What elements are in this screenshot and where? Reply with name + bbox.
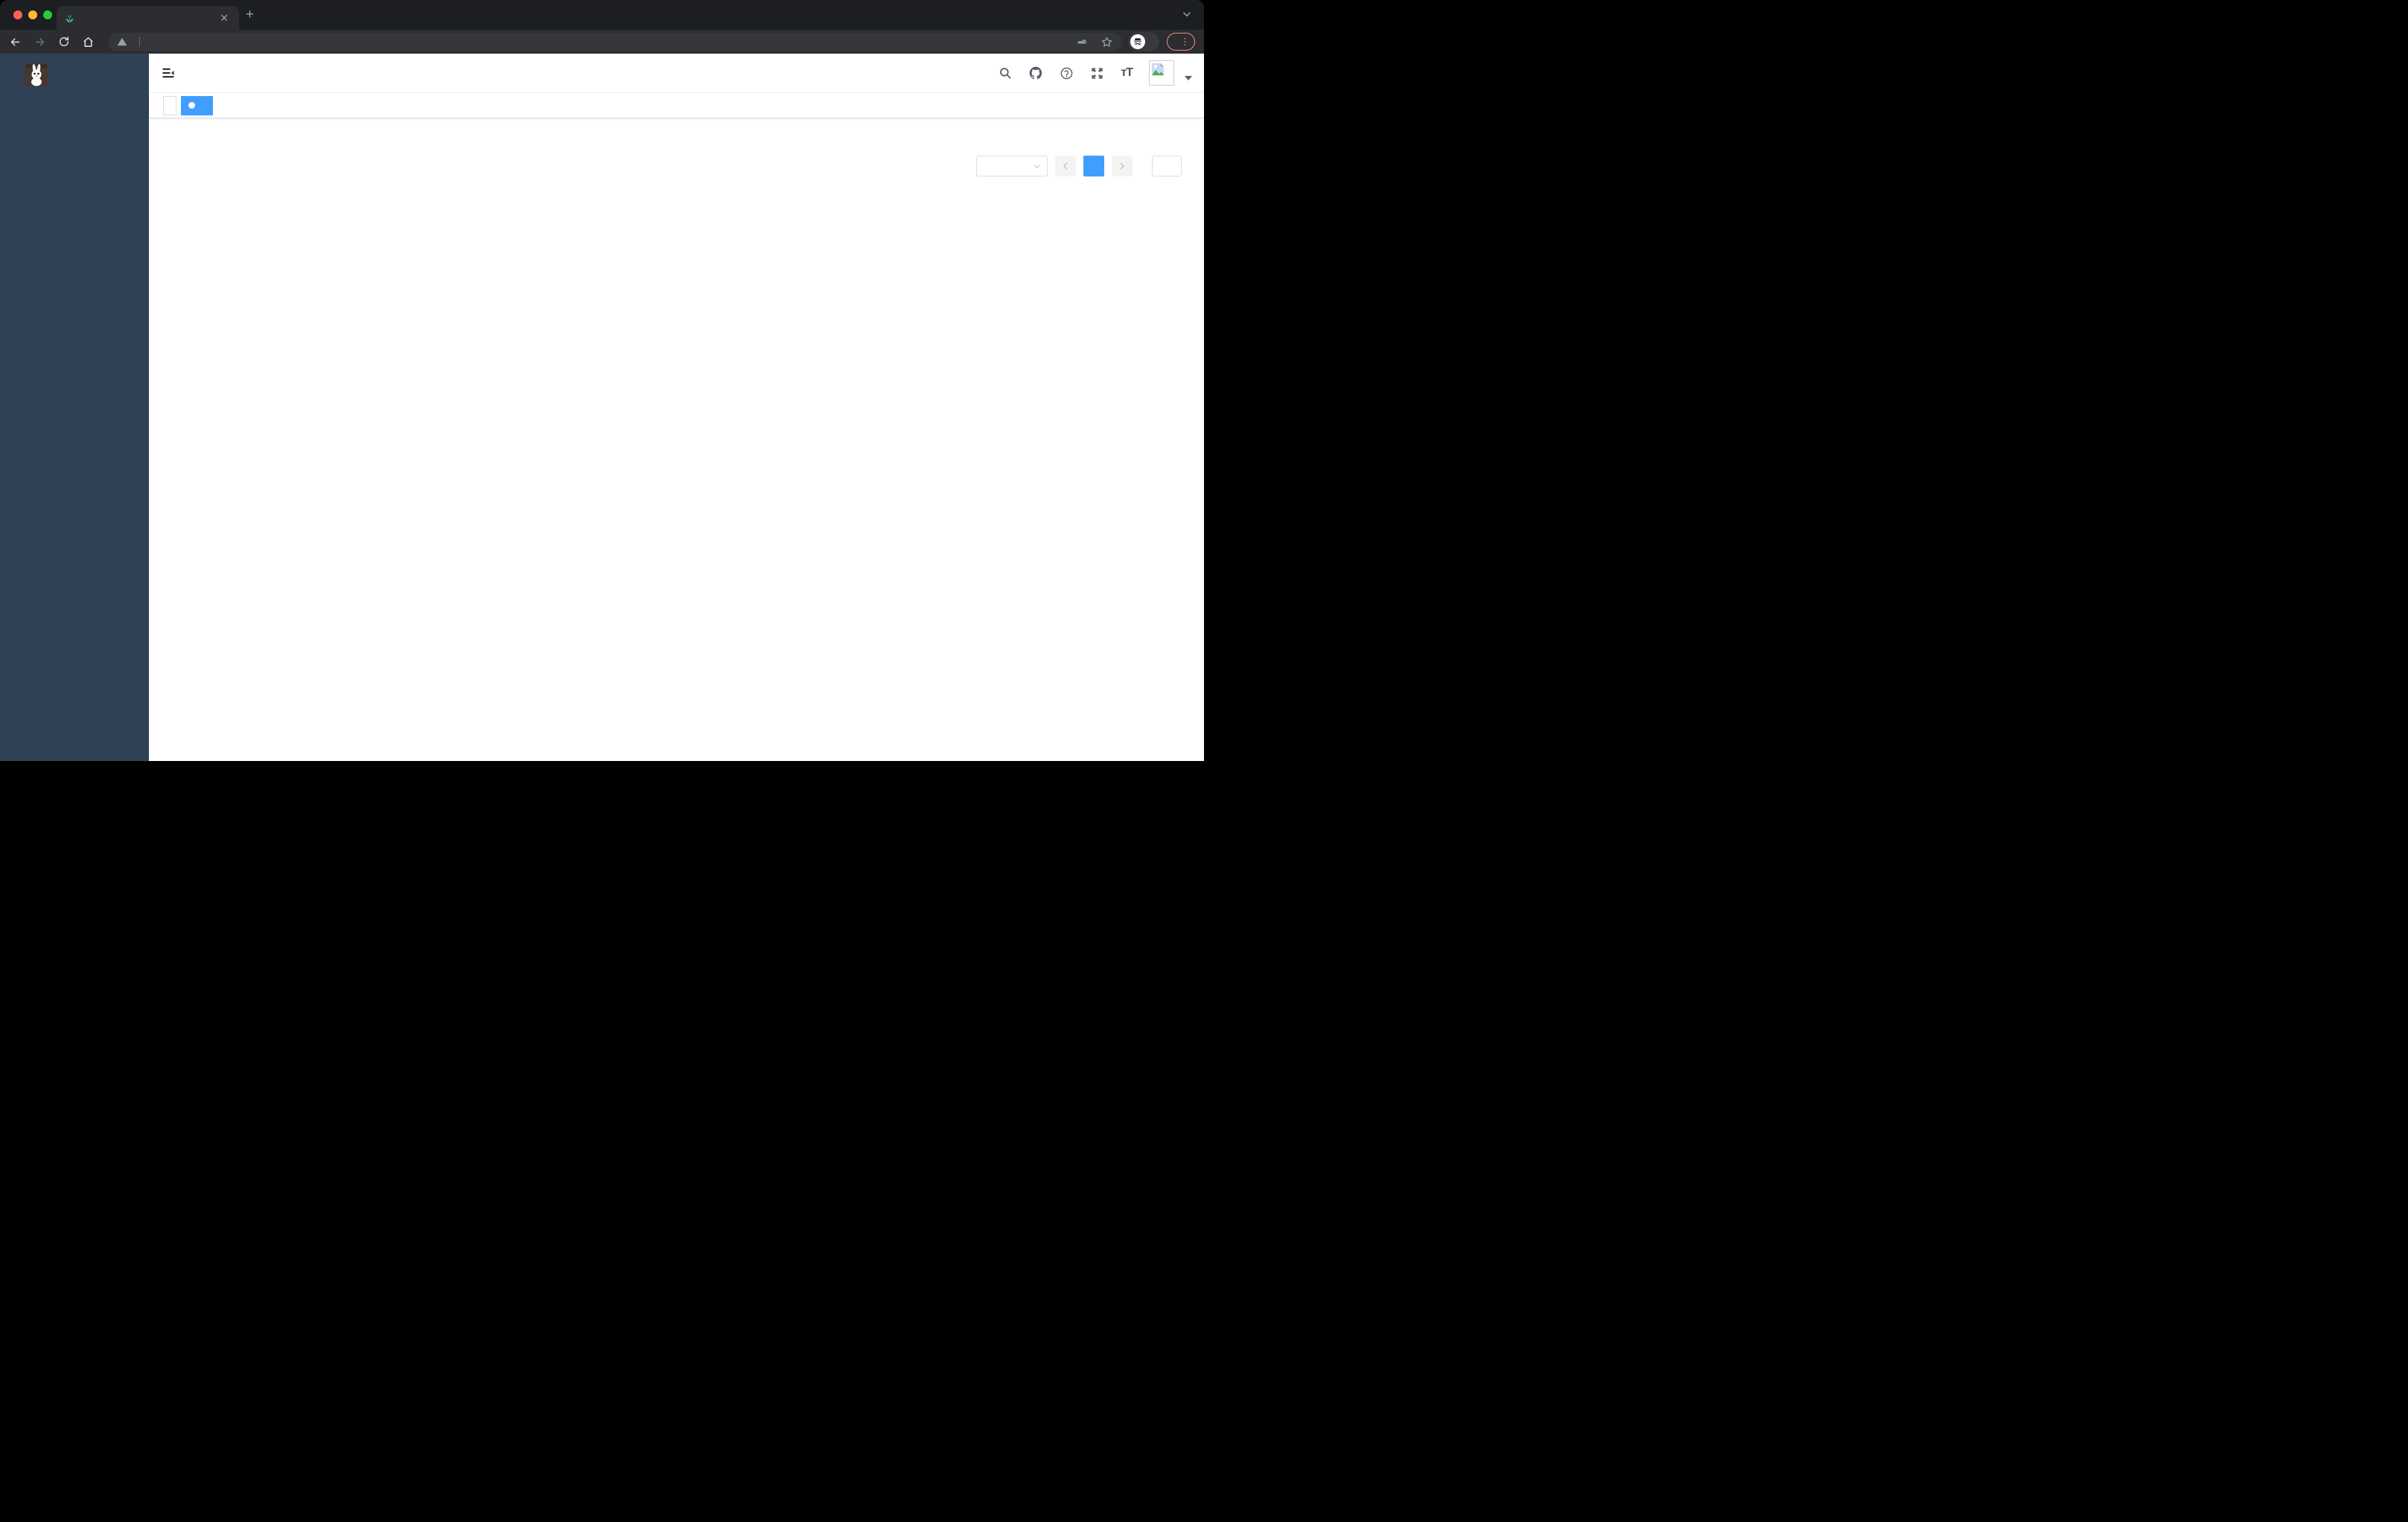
bookmark-star-icon[interactable] xyxy=(1101,36,1113,48)
tag-active-dot xyxy=(188,102,195,109)
page-number-button[interactable] xyxy=(1083,156,1104,176)
help-icon[interactable] xyxy=(1060,66,1074,80)
pagination xyxy=(163,156,1188,176)
not-secure-warning-icon[interactable] xyxy=(117,36,127,47)
address-bar[interactable] xyxy=(108,32,1122,51)
tag-home[interactable] xyxy=(163,95,176,115)
password-key-icon[interactable] xyxy=(1077,36,1090,48)
github-icon[interactable] xyxy=(1028,66,1043,80)
sidebar-logo[interactable] xyxy=(0,54,149,95)
logo-rabbit-image xyxy=(25,63,48,86)
user-avatar[interactable] xyxy=(1149,60,1174,86)
goto-page-input[interactable] xyxy=(1152,156,1182,176)
favicon-plant-icon xyxy=(64,13,75,24)
sidebar xyxy=(0,54,149,761)
browser-toolbar: ⋮ xyxy=(0,30,1204,54)
fullscreen-icon[interactable] xyxy=(1090,66,1104,80)
home-icon[interactable] xyxy=(82,36,95,48)
main-area: тT xyxy=(149,54,1204,761)
font-size-icon[interactable]: тT xyxy=(1121,66,1133,80)
tab-close-icon[interactable]: ✕ xyxy=(217,12,232,25)
sidebar-collapse-icon[interactable] xyxy=(161,66,176,80)
browser-update-button[interactable]: ⋮ xyxy=(1167,33,1195,51)
minimize-window-button[interactable] xyxy=(28,10,37,19)
incognito-icon xyxy=(1130,34,1145,49)
browser-window: ✕ + ⋮ тT xyxy=(0,0,1204,761)
tab-strip: ✕ + xyxy=(0,0,1204,30)
search-icon[interactable] xyxy=(998,66,1012,80)
traffic-lights xyxy=(13,10,52,19)
reload-icon[interactable] xyxy=(58,36,70,48)
next-page-button[interactable] xyxy=(1112,156,1133,176)
browser-tab[interactable]: ✕ xyxy=(57,6,239,30)
app-navbar: тT xyxy=(149,54,1204,93)
tab-search-chevron-icon[interactable] xyxy=(1182,9,1192,23)
zoom-window-button[interactable] xyxy=(43,10,52,19)
page-content xyxy=(149,118,1204,176)
avatar-dropdown-caret-icon[interactable] xyxy=(1185,76,1192,80)
page-size-select[interactable] xyxy=(976,156,1048,176)
url-divider xyxy=(139,36,140,47)
browser-menu-icon[interactable]: ⋮ xyxy=(1180,36,1190,48)
back-icon[interactable] xyxy=(9,36,22,48)
forward-icon[interactable] xyxy=(34,36,46,48)
select-chevron-icon xyxy=(1033,162,1041,171)
new-tab-button[interactable]: + xyxy=(246,7,254,22)
tags-view-bar xyxy=(149,93,1204,118)
incognito-badge xyxy=(1128,32,1159,51)
close-window-button[interactable] xyxy=(13,10,22,19)
tag-process-definition[interactable] xyxy=(181,95,213,115)
prev-page-button[interactable] xyxy=(1055,156,1076,176)
